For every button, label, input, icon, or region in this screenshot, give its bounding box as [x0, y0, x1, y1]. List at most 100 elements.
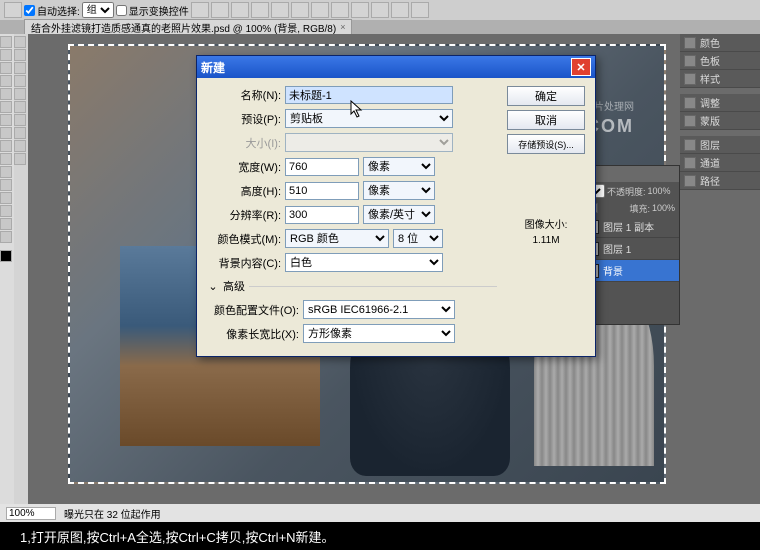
toolbox-col1	[0, 34, 14, 504]
close-icon[interactable]: ×	[340, 22, 345, 32]
align-icon[interactable]	[251, 2, 269, 18]
bit-depth-dropdown[interactable]: 8 位	[393, 229, 443, 248]
eyedropper-tool-icon[interactable]	[0, 88, 12, 100]
panel-tab-layers[interactable]: 图层	[680, 136, 760, 154]
stamp-tool-icon[interactable]	[0, 114, 12, 126]
align-icon[interactable]	[211, 2, 229, 18]
tool-icon[interactable]	[14, 88, 26, 100]
marquee-tool-icon[interactable]	[0, 49, 12, 61]
lasso-tool-icon[interactable]	[0, 62, 12, 74]
color-mode-label: 颜色模式(M):	[207, 231, 281, 247]
tool-icon[interactable]	[14, 62, 26, 74]
width-input[interactable]	[285, 158, 359, 176]
tool-icon[interactable]	[14, 36, 26, 48]
show-transform-label: 显示变换控件	[129, 3, 189, 18]
tutorial-caption: 1,打开原图,按Ctrl+A全选,按Ctrl+C拷贝,按Ctrl+N新建。	[0, 522, 760, 550]
move-tool-icon[interactable]	[4, 2, 22, 18]
tool-icon[interactable]	[14, 75, 26, 87]
panel-tab-swatches[interactable]: 色板	[680, 52, 760, 70]
layer-name: 背景	[603, 263, 623, 278]
preset-dropdown[interactable]: 剪贴板	[285, 109, 453, 128]
tool-icon[interactable]	[14, 49, 26, 61]
panel-tab-channels[interactable]: 通道	[680, 154, 760, 172]
resolution-label: 分辨率(R):	[207, 207, 281, 223]
width-unit-dropdown[interactable]: 像素	[363, 157, 435, 176]
tool-icon[interactable]	[14, 101, 26, 113]
pixel-aspect-dropdown[interactable]: 方形像素	[303, 324, 455, 343]
distribute-icon[interactable]	[351, 2, 369, 18]
opacity-value[interactable]: 100%	[648, 186, 671, 196]
panel-tab-paths[interactable]: 路径	[680, 172, 760, 190]
masks-icon	[684, 115, 696, 127]
opacity-label: 不透明度:	[607, 185, 646, 198]
hand-tool-icon[interactable]	[0, 218, 12, 230]
layer-name: 图层 1 副本	[603, 219, 654, 234]
auto-select-dropdown[interactable]: 组	[82, 2, 114, 18]
resolution-unit-dropdown[interactable]: 像素/英寸	[363, 205, 435, 224]
dialog-form: 名称(N): 预设(P): 剪贴板 大小(I): 宽度(W): 像素	[207, 86, 497, 348]
height-unit-dropdown[interactable]: 像素	[363, 181, 435, 200]
align-icon[interactable]	[231, 2, 249, 18]
toolbox-col2	[14, 34, 28, 504]
panel-tab-styles[interactable]: 样式	[680, 70, 760, 88]
height-label: 高度(H):	[207, 183, 281, 199]
name-input[interactable]	[285, 86, 453, 104]
tool-icon[interactable]	[14, 114, 26, 126]
distribute-icon[interactable]	[391, 2, 409, 18]
dialog-titlebar[interactable]: 新建 ✕	[197, 56, 595, 78]
cursor-icon	[350, 100, 364, 118]
new-document-dialog: 新建 ✕ 名称(N): 预设(P): 剪贴板 大小(I): 宽度(W):	[196, 55, 596, 357]
swatches-icon	[684, 55, 696, 67]
zoom-input[interactable]: 100%	[6, 507, 56, 520]
resolution-input[interactable]	[285, 206, 359, 224]
document-tab[interactable]: 结合外挂滤镜打造质感通真的老照片效果.psd @ 100% (背景, RGB/8…	[24, 19, 352, 36]
align-icon[interactable]	[271, 2, 289, 18]
distribute-icon[interactable]	[311, 2, 329, 18]
crop-tool-icon[interactable]	[0, 75, 12, 87]
dodge-tool-icon[interactable]	[0, 153, 12, 165]
foreground-color-swatch[interactable]	[0, 250, 12, 262]
fill-value[interactable]: 100%	[652, 203, 675, 213]
height-input[interactable]	[285, 182, 359, 200]
styles-icon	[684, 73, 696, 85]
shape-tool-icon[interactable]	[0, 205, 12, 217]
tool-icon[interactable]	[14, 153, 26, 165]
zoom-tool-icon[interactable]	[0, 231, 12, 243]
distribute-icon[interactable]	[371, 2, 389, 18]
bg-content-dropdown[interactable]: 白色	[285, 253, 443, 272]
advanced-toggle[interactable]: ⌄ 高级	[207, 278, 497, 294]
pen-tool-icon[interactable]	[0, 166, 12, 178]
align-icon[interactable]	[191, 2, 209, 18]
fill-label: 填充:	[629, 202, 650, 215]
panel-tab-adjustments[interactable]: 调整	[680, 94, 760, 112]
path-tool-icon[interactable]	[0, 192, 12, 204]
adjustments-icon	[684, 97, 696, 109]
show-transform-checkbox[interactable]	[116, 5, 127, 16]
panel-tab-color[interactable]: 颜色	[680, 34, 760, 52]
dialog-title-text: 新建	[201, 59, 225, 76]
text-tool-icon[interactable]	[0, 179, 12, 191]
save-preset-button[interactable]: 存储预设(S)...	[507, 134, 585, 154]
close-button[interactable]: ✕	[571, 58, 591, 76]
auto-select-checkbox[interactable]	[24, 5, 35, 16]
channels-icon	[684, 157, 696, 169]
size-label: 大小(I):	[207, 135, 281, 151]
tool-icon[interactable]	[14, 140, 26, 152]
distribute-icon[interactable]	[331, 2, 349, 18]
color-mode-dropdown[interactable]: RGB 颜色	[285, 229, 389, 248]
eraser-tool-icon[interactable]	[0, 127, 12, 139]
gradient-tool-icon[interactable]	[0, 140, 12, 152]
brush-tool-icon[interactable]	[0, 101, 12, 113]
tool-icon[interactable]	[14, 127, 26, 139]
preset-label: 预设(P):	[207, 111, 281, 127]
document-tab-bar: 结合外挂滤镜打造质感通真的老照片效果.psd @ 100% (背景, RGB/8…	[0, 20, 760, 34]
layer-name: 图层 1	[603, 241, 631, 256]
ok-button[interactable]: 确定	[507, 86, 585, 106]
distribute-icon[interactable]	[411, 2, 429, 18]
move-tool-icon[interactable]	[0, 36, 12, 48]
cancel-button[interactable]: 取消	[507, 110, 585, 130]
align-icon[interactable]	[291, 2, 309, 18]
panel-tab-masks[interactable]: 蒙版	[680, 112, 760, 130]
image-size-value: 1.11M	[507, 233, 585, 248]
color-profile-dropdown[interactable]: sRGB IEC61966-2.1	[303, 300, 455, 319]
